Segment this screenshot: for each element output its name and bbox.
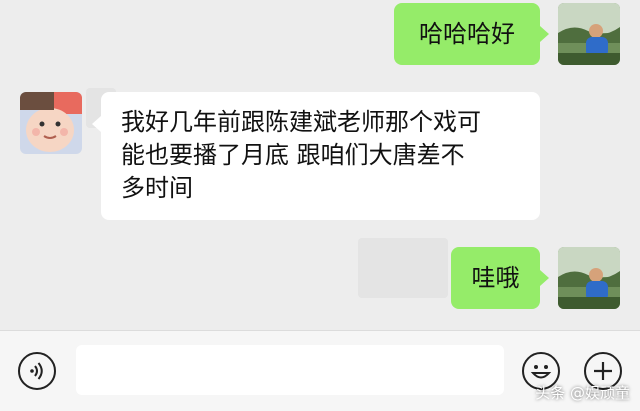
my-avatar[interactable]: [558, 247, 620, 309]
received-message-bubble[interactable]: 我好几年前跟陈建斌老师那个戏可 能也要播了月底 跟咱们大唐差不 多时间: [101, 92, 540, 220]
message-line: 我好几年前跟陈建斌老师那个戏可: [121, 108, 481, 136]
chat-area: 哈哈哈好 我好几年前跟陈建斌老师那个戏可 能也要播了月底 跟咱们大唐差不 多时间…: [0, 0, 640, 330]
message-text: 哇哦: [471, 263, 520, 292]
contact-avatar[interactable]: [20, 92, 82, 154]
my-avatar[interactable]: [558, 3, 620, 65]
sent-message-bubble[interactable]: 哈哈哈好: [394, 3, 540, 65]
voice-icon: [30, 362, 43, 380]
voice-button[interactable]: [18, 352, 56, 390]
message-text: 哈哈哈好: [419, 19, 515, 48]
bubble-tail: [92, 116, 101, 132]
bubble-tail: [540, 270, 549, 286]
bubble-tail: [540, 26, 549, 42]
input-bar: 头条 @娱顽童: [0, 330, 640, 411]
message-line: 能也要播了月底 跟咱们大唐差不: [121, 141, 465, 169]
message-input[interactable]: [76, 345, 504, 395]
sent-message-bubble[interactable]: 哇哦: [451, 247, 540, 309]
message-line: 多时间: [121, 174, 193, 202]
watermark: 头条 @娱顽童: [535, 384, 630, 402]
blur-artifact: [358, 238, 448, 298]
